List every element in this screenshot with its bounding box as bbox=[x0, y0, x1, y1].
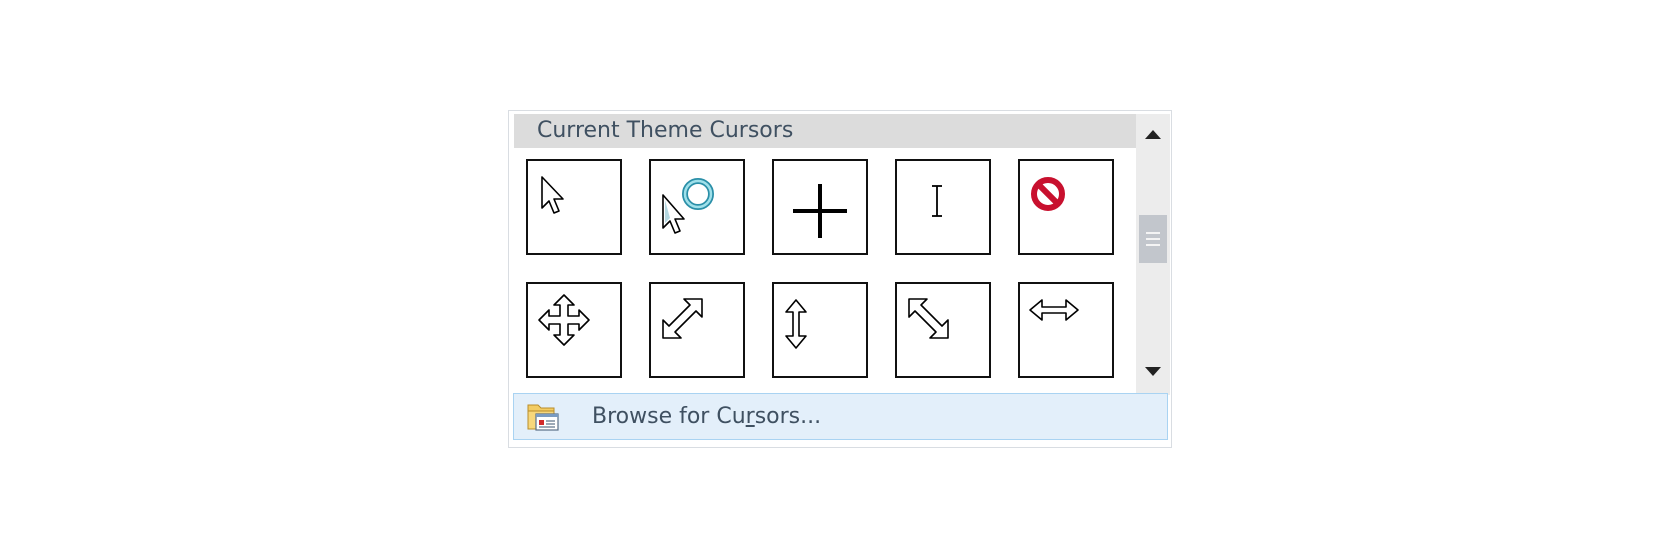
cursor-tile-diagonal-resize-2[interactable] bbox=[649, 282, 745, 378]
scroll-down-button[interactable] bbox=[1136, 357, 1170, 387]
diagonal-resize-2-icon bbox=[662, 298, 703, 339]
working-in-background-icon bbox=[662, 178, 714, 234]
cursor-tile-horizontal-resize[interactable] bbox=[1018, 282, 1114, 378]
vertical-scrollbar[interactable] bbox=[1136, 114, 1170, 395]
cursor-gallery-panel: Current Theme Cursors Browse for Cursors… bbox=[508, 110, 1172, 448]
vertical-resize-icon bbox=[785, 299, 807, 349]
cursor-tile-move[interactable] bbox=[526, 282, 622, 378]
browse-label-mnemonic: r bbox=[745, 404, 755, 429]
triangle-up-icon bbox=[1145, 130, 1161, 139]
scroll-up-button[interactable] bbox=[1136, 119, 1170, 149]
diagonal-resize-1-icon bbox=[908, 298, 949, 339]
cursor-tile-working-in-background[interactable] bbox=[649, 159, 745, 255]
cursor-tile-vertical-resize[interactable] bbox=[772, 282, 868, 378]
browse-for-cursors-label: Browse for Cursors... bbox=[592, 394, 821, 439]
folder-icon bbox=[527, 404, 559, 431]
cursor-tile-unavailable[interactable] bbox=[1018, 159, 1114, 255]
horizontal-resize-icon bbox=[1029, 299, 1079, 321]
scroll-thumb[interactable] bbox=[1139, 215, 1167, 263]
browse-label-before: Browse for Cu bbox=[592, 404, 746, 429]
precision-select-icon bbox=[793, 184, 847, 238]
unavailable-icon bbox=[1031, 177, 1065, 211]
text-select-icon bbox=[932, 185, 942, 217]
grip-lines-icon bbox=[1146, 232, 1160, 246]
cursor-tile-normal-select[interactable] bbox=[526, 159, 622, 255]
browse-for-cursors-button[interactable]: Browse for Cursors... bbox=[513, 393, 1168, 440]
cursor-tile-text-select[interactable] bbox=[895, 159, 991, 255]
move-icon bbox=[538, 294, 590, 346]
browse-label-after: sors... bbox=[754, 404, 822, 429]
cursor-tile-precision-select[interactable] bbox=[772, 159, 868, 255]
normal-select-icon bbox=[541, 176, 564, 214]
cursor-tile-diagonal-resize-1[interactable] bbox=[895, 282, 991, 378]
triangle-down-icon bbox=[1145, 367, 1161, 376]
gallery-header: Current Theme Cursors bbox=[514, 114, 1138, 148]
